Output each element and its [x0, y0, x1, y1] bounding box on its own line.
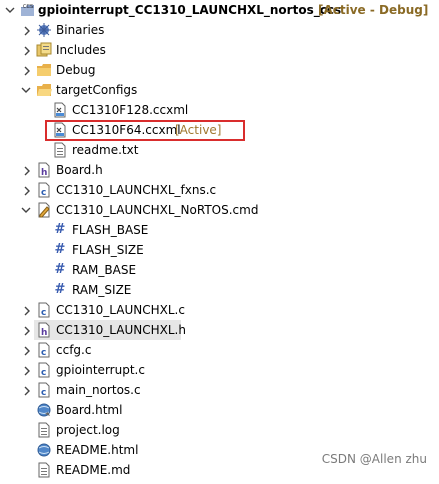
html-file-icon — [36, 442, 52, 458]
chevron-right-icon[interactable] — [22, 340, 34, 360]
tree-item-label: project.log — [56, 423, 120, 437]
chevron-right-icon[interactable] — [22, 320, 34, 340]
chevron-right-icon[interactable] — [22, 160, 34, 180]
watermark: CSDN @Allen zhu — [321, 452, 427, 466]
tree-item-label: Debug — [56, 63, 96, 77]
tree-item-label: README.html — [56, 443, 139, 457]
svg-text:c: c — [41, 368, 46, 378]
tree-item-label: RAM_BASE — [72, 263, 137, 277]
tree-item-label: FLASH_SIZE — [72, 243, 144, 257]
tree-item-label: RAM_SIZE — [72, 283, 132, 297]
highlight-box — [45, 120, 245, 141]
tree-item-label: targetConfigs — [56, 83, 138, 97]
tree-item-label: README.md — [56, 463, 131, 477]
tree-item-label: Board.h — [56, 163, 103, 177]
project-root-row[interactable]: CCS gpiointerrupt_CC1310_LAUNCHXL_nortos… — [0, 0, 439, 20]
chevron-down-icon[interactable] — [20, 200, 32, 220]
svg-text:c: c — [41, 308, 46, 318]
binaries-icon — [36, 22, 52, 38]
tree-item-label: Board.html — [56, 403, 123, 417]
folder-open-icon — [36, 82, 52, 98]
tree-item-label: ccfg.c — [56, 343, 92, 357]
project-name: gpiointerrupt_CC1310_LAUNCHXL_nortos_ccs — [38, 3, 342, 17]
tree-item-label: gpiointerrupt.c — [56, 363, 145, 377]
c-file-icon: c — [36, 342, 52, 358]
tree-item-label: CC1310_LAUNCHXL.h — [56, 323, 186, 337]
chevron-down-icon[interactable] — [20, 80, 32, 100]
svg-text:c: c — [41, 388, 46, 398]
chevron-right-icon[interactable] — [22, 40, 34, 60]
project-explorer-tree: CCS gpiointerrupt_CC1310_LAUNCHXL_nortos… — [0, 0, 439, 481]
c-file-icon: c — [36, 362, 52, 378]
text-file-icon — [52, 142, 68, 158]
hash-icon: # — [54, 282, 66, 297]
chevron-right-icon[interactable] — [22, 20, 34, 40]
tree-item-label: CC1310_LAUNCHXL_fxns.c — [56, 183, 217, 197]
tree-item-label: CC1310F128.ccxml — [72, 103, 189, 117]
ccxml-file-icon — [52, 102, 68, 118]
hash-icon: # — [54, 222, 66, 237]
chevron-down-icon[interactable] — [4, 0, 16, 20]
html-file-icon — [36, 402, 52, 418]
svg-text:c: c — [41, 188, 46, 198]
linker-cmd-file-icon — [36, 202, 52, 218]
text-file-icon — [36, 462, 52, 478]
c-file-icon: c — [36, 302, 52, 318]
header-file-icon: h — [36, 322, 52, 338]
c-file-icon: c — [36, 382, 52, 398]
chevron-right-icon[interactable] — [22, 180, 34, 200]
header-file-icon: h — [36, 162, 52, 178]
tree-item-label: readme.txt — [72, 143, 139, 157]
chevron-right-icon[interactable] — [22, 360, 34, 380]
text-file-icon — [36, 422, 52, 438]
project-status: [Active - Debug] — [318, 3, 429, 17]
tree-item-label: main_nortos.c — [56, 383, 141, 397]
chevron-right-icon[interactable] — [22, 300, 34, 320]
includes-icon — [36, 42, 52, 58]
svg-text:c: c — [41, 348, 46, 358]
tree-item-label: FLASH_BASE — [72, 223, 149, 237]
chevron-right-icon[interactable] — [22, 60, 34, 80]
svg-text:h: h — [41, 168, 47, 178]
folder-icon — [36, 62, 52, 78]
chevron-right-icon[interactable] — [22, 380, 34, 400]
tree-item-label: CC1310_LAUNCHXL.c — [56, 303, 185, 317]
c-file-icon: c — [36, 182, 52, 198]
tree-item-label: Includes — [56, 43, 106, 57]
hash-icon: # — [54, 262, 66, 277]
project-folder-icon: CCS — [20, 2, 36, 18]
hash-icon: # — [54, 242, 66, 257]
svg-text:h: h — [41, 328, 47, 338]
tree-item-label: Binaries — [56, 23, 105, 37]
tree-item-label: CC1310_LAUNCHXL_NoRTOS.cmd — [56, 203, 259, 217]
svg-text:CCS: CCS — [23, 4, 33, 10]
